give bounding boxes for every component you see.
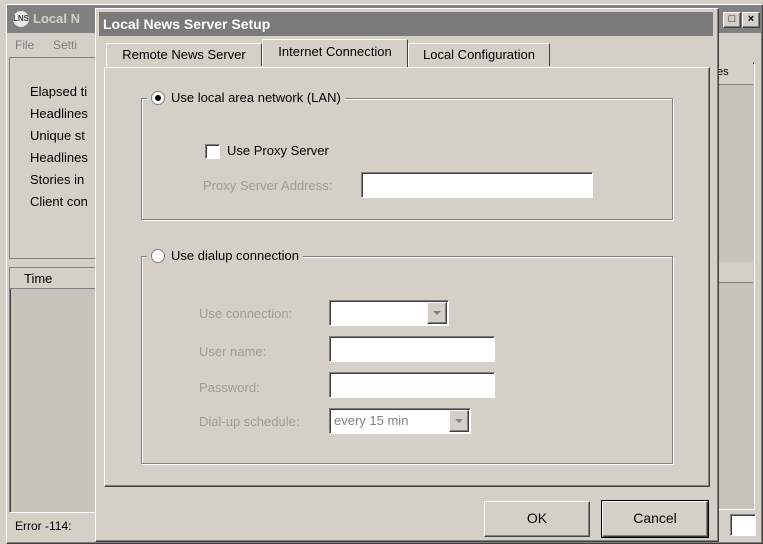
menu-bar: File Setti bbox=[7, 35, 97, 53]
use-proxy-checkbox[interactable] bbox=[205, 144, 220, 159]
chevron-down-icon[interactable] bbox=[427, 302, 447, 324]
lan-option[interactable]: Use local area network (LAN) bbox=[147, 90, 345, 105]
chevron-down-icon[interactable] bbox=[449, 410, 469, 432]
tab-internet-connection[interactable]: Internet Connection bbox=[262, 39, 408, 67]
tab-panel: Use local area network (LAN) Use Proxy S… bbox=[104, 67, 710, 487]
stat-headlines: Headlines bbox=[30, 106, 88, 121]
dialup-schedule-label: Dial-up schedule: bbox=[199, 414, 300, 429]
setup-dialog: Local News Server Setup Remote News Serv… bbox=[95, 8, 719, 542]
stat-unique-stories: Unique st bbox=[30, 128, 85, 143]
username-label: User name: bbox=[199, 344, 267, 359]
log-list-header[interactable]: Time bbox=[10, 268, 98, 289]
dialup-schedule-select[interactable]: every 15 min bbox=[329, 408, 471, 434]
menu-file[interactable]: File bbox=[15, 38, 34, 52]
dialup-radio[interactable] bbox=[151, 248, 165, 263]
status-text: Error -114: bbox=[15, 519, 72, 533]
maximize-icon[interactable]: □ bbox=[723, 12, 741, 28]
use-connection-select[interactable] bbox=[329, 300, 449, 326]
use-connection-label: Use connection: bbox=[199, 306, 293, 321]
password-label: Password: bbox=[199, 380, 260, 395]
use-proxy-label[interactable]: Use Proxy Server bbox=[227, 143, 329, 158]
log-list[interactable]: Time bbox=[9, 267, 99, 513]
proxy-address-label: Proxy Server Address: bbox=[203, 178, 333, 193]
time-column-header[interactable]: Time bbox=[24, 271, 52, 286]
dialup-option[interactable]: Use dialup connection bbox=[147, 248, 303, 263]
tab-remote-news-server[interactable]: Remote News Server bbox=[106, 43, 262, 66]
tab-local-configuration[interactable]: Local Configuration bbox=[408, 43, 550, 66]
menu-settings[interactable]: Setti bbox=[53, 38, 77, 52]
close-icon[interactable]: × bbox=[742, 12, 760, 28]
stats-panel: Elapsed ti Headlines Unique st Headlines… bbox=[9, 57, 99, 259]
password-field[interactable] bbox=[329, 372, 495, 398]
dialup-label[interactable]: Use dialup connection bbox=[171, 248, 299, 263]
tab-strip: Remote News Server Internet Connection L… bbox=[104, 39, 704, 67]
lan-groupbox bbox=[141, 98, 673, 220]
stat-stories-in: Stories in bbox=[30, 172, 85, 187]
app-logo-icon: LNS bbox=[13, 11, 29, 27]
stat-client-connections: Client con bbox=[30, 194, 88, 209]
ok-button[interactable]: OK bbox=[484, 501, 590, 537]
dialup-schedule-value: every 15 min bbox=[334, 413, 409, 428]
cancel-button[interactable]: Cancel bbox=[601, 500, 709, 538]
stat-headlines-2: Headlines bbox=[30, 150, 88, 165]
username-field[interactable] bbox=[329, 336, 495, 362]
lan-label[interactable]: Use local area network (LAN) bbox=[171, 90, 341, 105]
main-window-title: Local N bbox=[33, 11, 80, 26]
status-field bbox=[730, 514, 756, 536]
stat-elapsed-time: Elapsed ti bbox=[30, 84, 88, 99]
proxy-address-field[interactable] bbox=[361, 172, 593, 198]
dialog-titlebar[interactable]: Local News Server Setup bbox=[99, 12, 713, 36]
dialog-title: Local News Server Setup bbox=[103, 16, 271, 32]
lan-radio[interactable] bbox=[151, 90, 165, 105]
